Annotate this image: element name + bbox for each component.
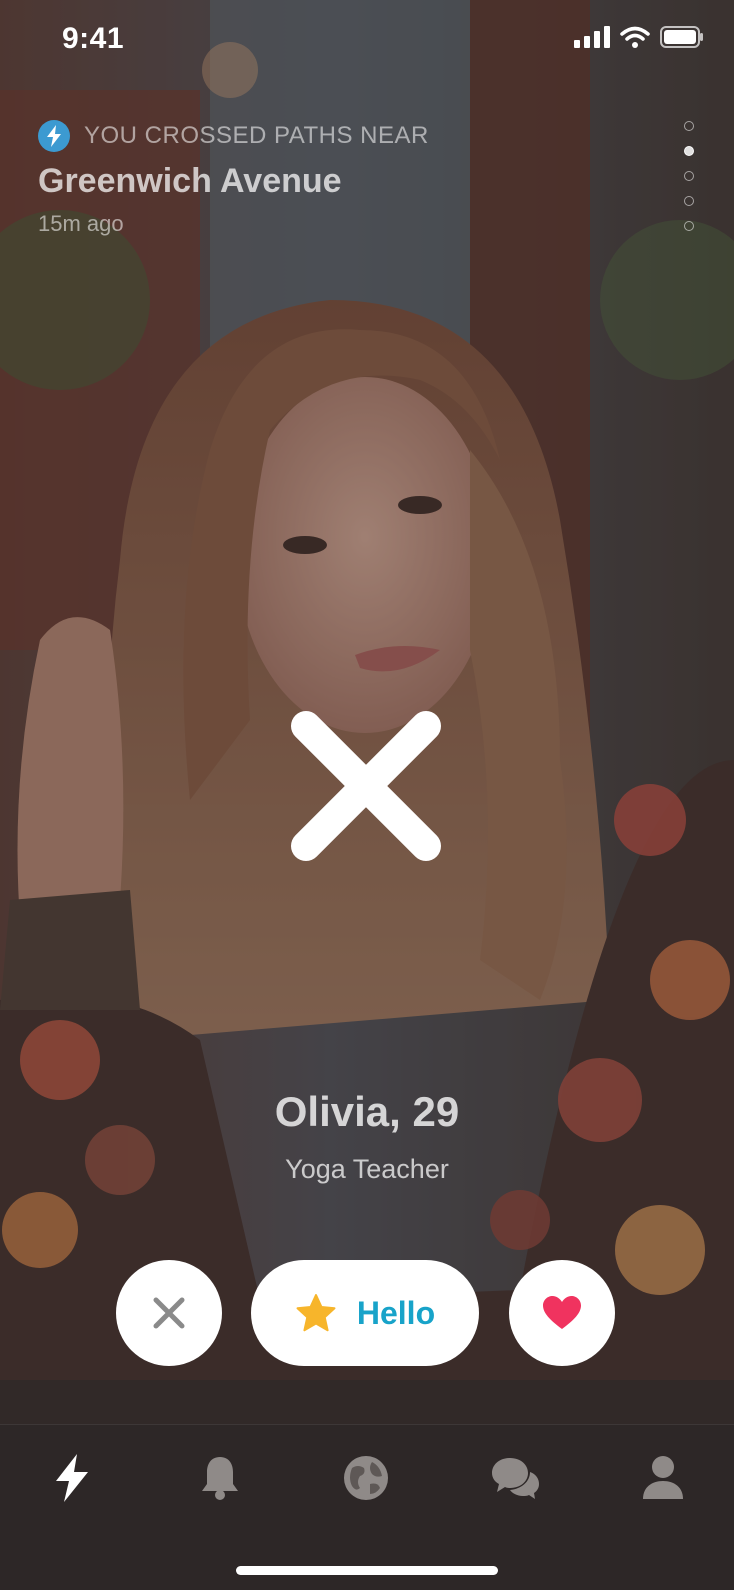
- crossed-paths-info: YOU CROSSED PATHS NEAR Greenwich Avenue …: [38, 120, 429, 237]
- action-bar: Hello: [0, 1260, 734, 1366]
- profile-name-age: Olivia, 29: [274, 1088, 460, 1135]
- home-indicator[interactable]: [236, 1566, 498, 1575]
- crossed-time-ago: 15m ago: [38, 211, 124, 236]
- bell-icon: [202, 1457, 238, 1500]
- hello-button-label: Hello: [356, 1294, 436, 1331]
- pager-dot[interactable]: [684, 221, 694, 231]
- bolt-badge-icon: [38, 120, 70, 152]
- tab-feed[interactable]: [45, 1451, 99, 1505]
- battery-icon: [660, 26, 703, 48]
- pager-dot[interactable]: [684, 171, 694, 181]
- cellular-signal-icon: [574, 26, 610, 48]
- wifi-icon: [620, 26, 650, 48]
- heart-icon: [543, 1296, 581, 1329]
- pass-button[interactable]: [116, 1260, 222, 1366]
- tab-notifications[interactable]: [193, 1451, 247, 1505]
- tab-explore[interactable]: [339, 1451, 393, 1505]
- close-icon: [153, 1297, 185, 1329]
- like-button[interactable]: [509, 1260, 615, 1366]
- app-screen: 9:41 YOU CROSSED PATHS NEAR Greenwich Av…: [0, 0, 734, 1590]
- tab-profile[interactable]: [636, 1451, 690, 1505]
- person-icon: [643, 1456, 683, 1499]
- pager-dot-active[interactable]: [684, 146, 694, 156]
- tab-chats[interactable]: [488, 1451, 542, 1505]
- crossed-paths-label: YOU CROSSED PATHS NEAR: [84, 122, 429, 149]
- profile-summary: Olivia, 29 Yoga Teacher: [0, 1088, 734, 1185]
- status-bar: 9:41: [0, 0, 734, 80]
- status-icons: [574, 26, 704, 48]
- bolt-icon: [56, 1454, 88, 1502]
- pager-dot[interactable]: [684, 121, 694, 131]
- chat-bubbles-icon: [492, 1458, 539, 1499]
- pager-dot[interactable]: [684, 196, 694, 206]
- hello-button[interactable]: Hello: [251, 1260, 479, 1366]
- profile-occupation: Yoga Teacher: [285, 1154, 449, 1184]
- photo-pager[interactable]: [684, 121, 696, 246]
- globe-icon: [344, 1456, 388, 1500]
- status-time: 9:41: [62, 22, 125, 55]
- pass-overlay-x-icon: [291, 711, 441, 861]
- crossed-location: Greenwich Avenue: [38, 162, 342, 200]
- star-icon: [296, 1294, 336, 1332]
